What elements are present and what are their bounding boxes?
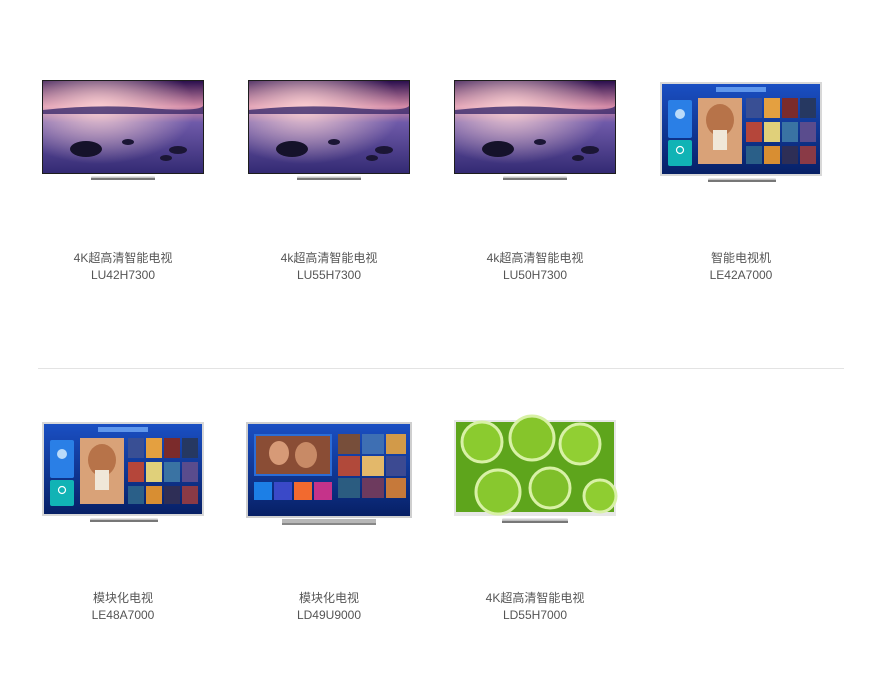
tv-product-image[interactable] xyxy=(234,410,424,530)
product-card-lu50h7300[interactable]: 4k超高清智能电视 LU50H7300 xyxy=(440,70,630,290)
tv-product-image[interactable] xyxy=(28,70,218,190)
product-name[interactable]: 4k超高清智能电视 xyxy=(440,250,630,266)
product-model[interactable]: LU42H7300 xyxy=(28,267,218,283)
tv-product-image[interactable] xyxy=(234,70,424,190)
product-name[interactable]: 4k超高清智能电视 xyxy=(234,250,424,266)
product-card-ld55h7000[interactable]: 4K超高清智能电视 LD55H7000 xyxy=(440,410,630,630)
product-card-le48a7000[interactable]: 模块化电视 LE48A7000 xyxy=(28,410,218,630)
product-name[interactable]: 模块化电视 xyxy=(28,590,218,606)
tv-product-image[interactable] xyxy=(28,410,218,530)
product-row-1: 4K超高清智能电视 LU42H7300 4k超高清智能电视 LU55H7300 xyxy=(0,70,870,310)
product-card-le42a7000[interactable]: 智能电视机 LE42A7000 xyxy=(646,70,836,290)
section-divider xyxy=(38,368,844,369)
product-model[interactable]: LE48A7000 xyxy=(28,607,218,623)
product-model[interactable]: LD49U9000 xyxy=(234,607,424,623)
tv-product-image[interactable] xyxy=(440,70,630,190)
tv-product-image[interactable] xyxy=(440,410,630,530)
product-row-2: 模块化电视 LE48A7000 模块化电视 LD49U9000 4K超高清智能电… xyxy=(0,410,870,650)
product-card-ld49u9000[interactable]: 模块化电视 LD49U9000 xyxy=(234,410,424,630)
product-model[interactable]: LU55H7300 xyxy=(234,267,424,283)
product-name[interactable]: 模块化电视 xyxy=(234,590,424,606)
product-name[interactable]: 4K超高清智能电视 xyxy=(440,590,630,606)
product-name[interactable]: 4K超高清智能电视 xyxy=(28,250,218,266)
product-name[interactable]: 智能电视机 xyxy=(646,250,836,266)
tv-product-image[interactable] xyxy=(646,70,836,190)
product-card-lu55h7300[interactable]: 4k超高清智能电视 LU55H7300 xyxy=(234,70,424,290)
product-model[interactable]: LU50H7300 xyxy=(440,267,630,283)
product-model[interactable]: LE42A7000 xyxy=(646,267,836,283)
product-model[interactable]: LD55H7000 xyxy=(440,607,630,623)
product-card-lu42h7300[interactable]: 4K超高清智能电视 LU42H7300 xyxy=(28,70,218,290)
